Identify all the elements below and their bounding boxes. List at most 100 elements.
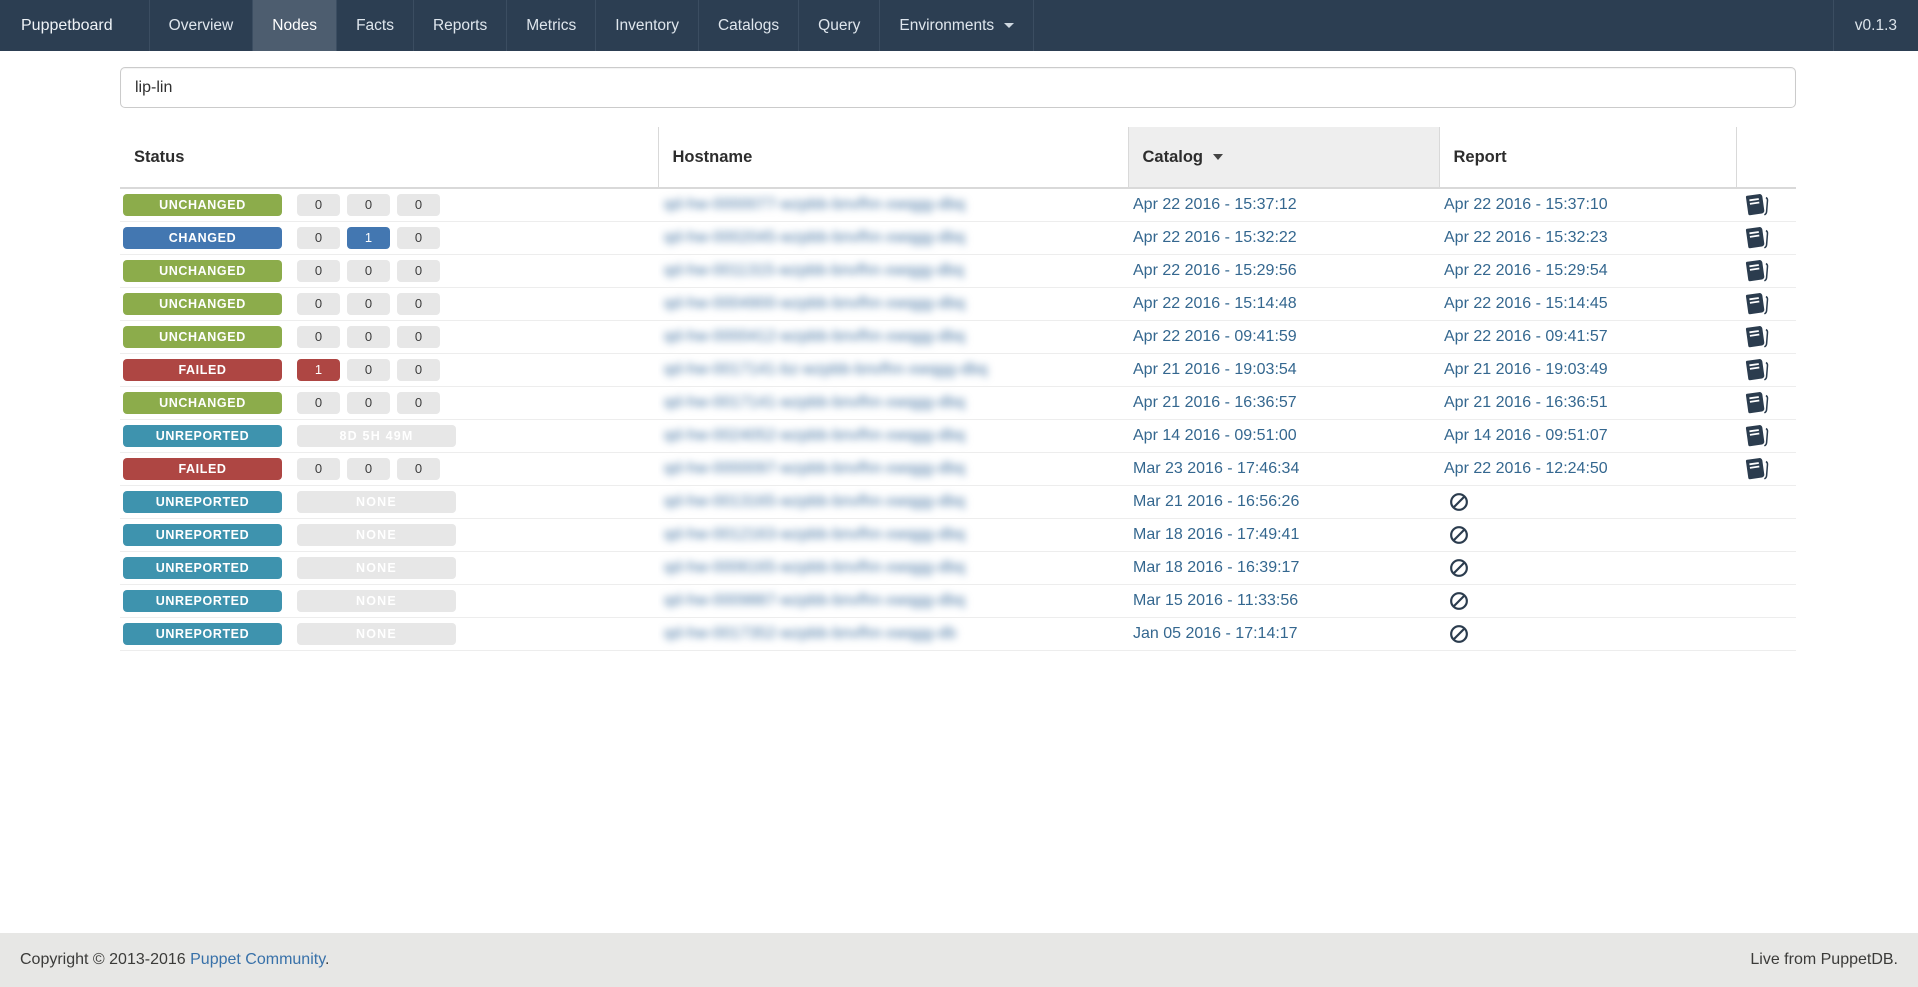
- report-book-icon[interactable]: [1744, 191, 1769, 218]
- hostname-cell: qd-hw-0009887-wzpbb-bnvfhn-xwqgg-dbq: [658, 584, 1128, 618]
- report-timestamp-link[interactable]: Apr 22 2016 - 15:29:54: [1444, 262, 1608, 279]
- hostname-cell: qd-hw-0013165-wzpbb-bnvfhn-xwqgg-dbq: [658, 485, 1128, 519]
- catalog-timestamp-link[interactable]: Jan 05 2016 - 17:14:17: [1133, 625, 1298, 642]
- nav-item-inventory[interactable]: Inventory: [595, 0, 698, 51]
- hostname-link-redacted[interactable]: qd-hw-0012163-wzpbb-bnvfhn-xwqgg-dbq: [664, 526, 965, 543]
- report-timestamp-link[interactable]: Apr 22 2016 - 12:24:50: [1444, 460, 1608, 477]
- report-cell: Apr 22 2016 - 12:24:50: [1439, 452, 1736, 486]
- event-count-box: 0: [397, 259, 440, 282]
- hostname-link-redacted[interactable]: qd-hw-0017352-wzpbb-bnvfhn-xwqgg-db: [664, 625, 956, 642]
- navbar: Puppetboard Overview Nodes Facts Reports Met…: [0, 0, 1918, 51]
- report-book-icon[interactable]: [1744, 389, 1769, 416]
- hostname-link-redacted[interactable]: qd-hw-0000412-wzpbb-bnvfhn-xwqgg-dbq: [664, 328, 965, 345]
- nav-item-query[interactable]: Query: [798, 0, 879, 51]
- table-row: UNREPORTED 8D 5H 49M qd-hw-0024052-wzpbb-b…: [120, 419, 1796, 453]
- report-book-icon[interactable]: [1744, 356, 1769, 383]
- status-cell: UNREPORTED NONE: [120, 617, 658, 651]
- report-cell: [1439, 518, 1736, 552]
- report-cell: Apr 22 2016 - 15:37:10: [1439, 188, 1736, 222]
- event-count-box: 0: [397, 226, 440, 249]
- hostname-link-redacted[interactable]: qd-hw-0017141-wzpbb-bnvfhn-xwqgg-dbq: [664, 394, 965, 411]
- catalog-timestamp-link[interactable]: Mar 23 2016 - 17:46:34: [1133, 460, 1299, 477]
- catalog-timestamp-link[interactable]: Mar 21 2016 - 16:56:26: [1133, 493, 1299, 510]
- hostname-cell: qd-hw-0000412-wzpbb-bnvfhn-xwqgg-dbq: [658, 320, 1128, 354]
- report-cell: [1439, 485, 1736, 519]
- report-timestamp-link[interactable]: Apr 21 2016 - 16:36:51: [1444, 394, 1608, 411]
- catalog-cell: Apr 21 2016 - 19:03:54: [1128, 353, 1439, 387]
- nav-item-reports[interactable]: Reports: [412, 0, 506, 51]
- nav-item-facts[interactable]: Facts: [336, 0, 413, 51]
- report-icon-cell: [1736, 188, 1796, 222]
- report-icon-cell: [1736, 584, 1796, 618]
- report-book-icon[interactable]: [1744, 422, 1769, 449]
- report-cell: Apr 14 2016 - 09:51:07: [1439, 419, 1736, 453]
- report-timestamp-link[interactable]: Apr 21 2016 - 19:03:49: [1444, 361, 1608, 378]
- catalog-timestamp-link[interactable]: Mar 18 2016 - 17:49:41: [1133, 526, 1299, 543]
- catalog-timestamp-link[interactable]: Apr 22 2016 - 15:32:22: [1133, 229, 1297, 246]
- report-cell: Apr 22 2016 - 15:29:54: [1439, 254, 1736, 288]
- hostname-link-redacted[interactable]: qd-hw-0002045-wzpbb-bnvfhn-xwqgg-dbq: [664, 229, 965, 246]
- no-report-ban-icon: [1449, 558, 1469, 578]
- report-book-icon[interactable]: [1744, 323, 1769, 350]
- catalog-cell: Apr 21 2016 - 16:36:57: [1128, 386, 1439, 420]
- catalog-timestamp-link[interactable]: Apr 22 2016 - 15:29:56: [1133, 262, 1297, 279]
- status-cell: UNCHANGED 0 0 0: [120, 254, 658, 288]
- report-timestamp-link[interactable]: Apr 22 2016 - 15:14:45: [1444, 295, 1608, 312]
- hostname-link-redacted[interactable]: qd-hw-0000077-wzpbb-bnvfhn-xwqgg-dbq: [664, 196, 965, 213]
- catalog-timestamp-link[interactable]: Apr 21 2016 - 19:03:54: [1133, 361, 1297, 378]
- event-count-box: 0: [297, 391, 340, 414]
- hostname-link-redacted[interactable]: qd-hw-0024052-wzpbb-bnvfhn-xwqgg-dbq: [664, 427, 965, 444]
- hostname-link-redacted[interactable]: qd-hw-0017141-bz-wzpbb-bnvfhn-xwqgg-dbq: [664, 361, 988, 378]
- catalog-timestamp-link[interactable]: Apr 22 2016 - 09:41:59: [1133, 328, 1297, 345]
- column-header-catalog[interactable]: Catalog: [1127, 127, 1439, 189]
- app-brand[interactable]: Puppetboard: [0, 0, 149, 51]
- hostname-link-redacted[interactable]: qd-hw-0000097-wzpbb-bnvfhn-xwqgg-dbq: [664, 460, 965, 477]
- navbar-items: Overview Nodes Facts Reports Metrics Inventor…: [148, 0, 1035, 51]
- hostname-cell: qd-hw-0006165-wzpbb-bnvfhn-xwqgg-dbq: [658, 551, 1128, 585]
- nav-item-overview[interactable]: Overview: [148, 0, 253, 51]
- table-header-row: Status Hostname Catalog Report: [120, 127, 1796, 189]
- report-icon-cell: [1736, 485, 1796, 519]
- catalog-timestamp-link[interactable]: Apr 22 2016 - 15:14:48: [1133, 295, 1297, 312]
- nav-item-environments[interactable]: Environments: [879, 0, 1035, 51]
- catalog-cell: Apr 22 2016 - 15:29:56: [1128, 254, 1439, 288]
- report-timestamp-link[interactable]: Apr 22 2016 - 15:37:10: [1444, 196, 1608, 213]
- catalog-cell: Apr 14 2016 - 09:51:00: [1128, 419, 1439, 453]
- report-book-icon[interactable]: [1744, 455, 1769, 482]
- report-book-icon[interactable]: [1744, 224, 1769, 251]
- column-header-report[interactable]: Report: [1438, 127, 1736, 189]
- report-icon-cell: [1736, 617, 1796, 651]
- report-timestamp-link[interactable]: Apr 22 2016 - 09:41:57: [1444, 328, 1608, 345]
- nav-item-catalogs[interactable]: Catalogs: [697, 0, 798, 51]
- column-header-status[interactable]: Status: [120, 127, 658, 189]
- hostname-link-redacted[interactable]: qd-hw-0004900-wzpbb-bnvfhn-xwqgg-dbq: [664, 295, 965, 312]
- status-cell: UNCHANGED 0 0 0: [120, 320, 658, 354]
- event-count-box: 0: [397, 325, 440, 348]
- node-search-input[interactable]: [120, 67, 1796, 108]
- catalog-timestamp-link[interactable]: Mar 18 2016 - 16:39:17: [1133, 559, 1299, 576]
- hostname-link-redacted[interactable]: qd-hw-0013165-wzpbb-bnvfhn-xwqgg-dbq: [664, 493, 965, 510]
- report-timestamp-link[interactable]: Apr 22 2016 - 15:32:23: [1444, 229, 1608, 246]
- report-timestamp-link[interactable]: Apr 14 2016 - 09:51:07: [1444, 427, 1608, 444]
- report-book-icon[interactable]: [1744, 290, 1769, 317]
- catalog-cell: Apr 22 2016 - 09:41:59: [1128, 320, 1439, 354]
- catalog-timestamp-link[interactable]: Apr 22 2016 - 15:37:12: [1133, 196, 1297, 213]
- nav-item-nodes[interactable]: Nodes: [252, 0, 337, 51]
- hostname-link-redacted[interactable]: qd-hw-0009887-wzpbb-bnvfhn-xwqgg-dbq: [664, 592, 965, 609]
- nav-item-label: Inventory: [615, 16, 679, 34]
- report-book-icon[interactable]: [1744, 257, 1769, 284]
- catalog-timestamp-link[interactable]: Mar 15 2016 - 11:33:56: [1133, 592, 1298, 609]
- hostname-cell: qd-hw-0011315-wzpbb-bnvfhn-xwqgg-dbq: [658, 254, 1128, 288]
- nav-item-label: Metrics: [526, 16, 577, 34]
- catalog-timestamp-link[interactable]: Apr 14 2016 - 09:51:00: [1133, 427, 1297, 444]
- table-row: UNREPORTED NONE qd-hw-0006165-wzpbb-bnvfhn…: [120, 551, 1796, 585]
- chevron-down-icon: [1004, 23, 1015, 28]
- catalog-timestamp-link[interactable]: Apr 21 2016 - 16:36:57: [1133, 394, 1297, 411]
- hostname-link-redacted[interactable]: qd-hw-0011315-wzpbb-bnvfhn-xwqgg-dbq: [664, 262, 964, 279]
- column-header-hostname[interactable]: Hostname: [657, 127, 1128, 189]
- event-counts: NONE: [297, 556, 463, 579]
- table-row: UNREPORTED NONE qd-hw-0017352-wzpbb-bnvfhn…: [120, 617, 1796, 651]
- puppet-community-link[interactable]: Puppet Community: [190, 951, 325, 968]
- nav-item-metrics[interactable]: Metrics: [506, 0, 595, 51]
- hostname-link-redacted[interactable]: qd-hw-0006165-wzpbb-bnvfhn-xwqgg-dbq: [664, 559, 965, 576]
